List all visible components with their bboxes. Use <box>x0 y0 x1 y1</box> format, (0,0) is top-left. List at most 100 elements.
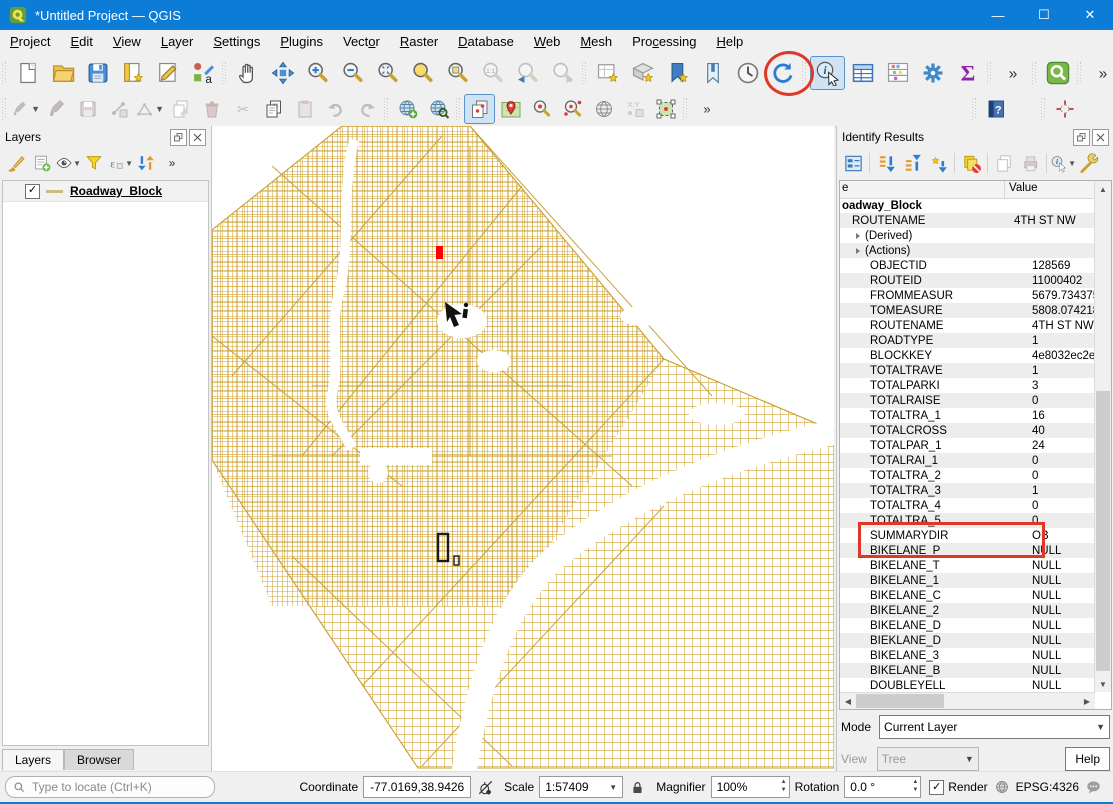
toolbar-overflow-button[interactable]: » <box>159 150 185 176</box>
new-map-view-button[interactable] <box>590 56 625 90</box>
identify-row[interactable]: TOTALTRAVE1 <box>840 363 1095 378</box>
new-print-layout-button[interactable] <box>115 56 150 90</box>
open-attribute-table-button[interactable] <box>845 56 880 90</box>
spinner-arrows-icon[interactable]: ▲▼ <box>781 778 787 794</box>
menu-raster[interactable]: Raster <box>390 32 448 51</box>
tab-browser[interactable]: Browser <box>64 749 134 770</box>
map-canvas[interactable] <box>212 126 834 772</box>
form-view-button[interactable] <box>840 150 866 176</box>
show-layout-manager-button[interactable] <box>150 56 185 90</box>
layer-item-roadway-block[interactable]: ✓ Roadway_Block <box>3 181 208 202</box>
identify-row[interactable]: oadway_Block <box>840 198 1095 213</box>
toolbar-overflow-button[interactable]: » <box>995 56 1030 90</box>
metasearch-add-button[interactable] <box>392 94 423 124</box>
help-button[interactable]: Help <box>1065 747 1110 771</box>
scale-select[interactable]: 1:57409 ▼ <box>539 776 623 798</box>
identify-row[interactable]: ROADTYPE1 <box>840 333 1095 348</box>
identify-row[interactable]: ROUTENAME4TH ST NW <box>840 213 1095 228</box>
pan-map-button[interactable] <box>230 56 265 90</box>
maximize-button[interactable]: ☐ <box>1021 0 1067 30</box>
identify-row[interactable]: TOTALTRA_31 <box>840 483 1095 498</box>
pin-location-button[interactable] <box>495 94 526 124</box>
refresh-button[interactable] <box>765 56 800 90</box>
hscroll-thumb[interactable] <box>856 694 944 708</box>
zoom-to-layer-button[interactable] <box>440 56 475 90</box>
rotation-spinbox[interactable]: 0.0 ° ▲▼ <box>844 776 921 798</box>
zoom-in-button[interactable] <box>300 56 335 90</box>
menu-settings[interactable]: Settings <box>203 32 270 51</box>
menu-vector[interactable]: Vector <box>333 32 390 51</box>
minimize-button[interactable]: — <box>975 0 1021 30</box>
metasearch-button[interactable] <box>423 94 454 124</box>
identify-row[interactable]: BIKELANE_PNULL <box>840 543 1095 558</box>
expand-collapse-all-button[interactable] <box>133 150 159 176</box>
identify-row[interactable]: BIEKLANE_DNULL <box>840 633 1095 648</box>
identify-row[interactable]: BIKELANE_TNULL <box>840 558 1095 573</box>
tab-layers[interactable]: Layers <box>2 749 64 770</box>
identify-row[interactable]: TOTALRAI_10 <box>840 453 1095 468</box>
show-statistics-button[interactable]: Σ <box>950 56 985 90</box>
identify-row[interactable]: TOTALRAISE0 <box>840 393 1095 408</box>
new-spatial-bookmark-button[interactable] <box>660 56 695 90</box>
new-project-button[interactable] <box>10 56 45 90</box>
identify-row[interactable]: FROMMEASUR5679.734375000... <box>840 288 1095 303</box>
identify-row[interactable]: TOTALTRA_20 <box>840 468 1095 483</box>
zoom-to-selection-button[interactable] <box>405 56 440 90</box>
menu-database[interactable]: Database <box>448 32 524 51</box>
value-column-header[interactable]: Value <box>1005 181 1095 198</box>
vertical-scrollbar[interactable]: ▲ ▼ <box>1094 181 1111 692</box>
zoom-out-button[interactable] <box>335 56 370 90</box>
identify-row[interactable]: TOTALCROSS40 <box>840 423 1095 438</box>
identify-row[interactable]: TOTALTRA_116 <box>840 408 1095 423</box>
scroll-right-icon[interactable]: ▶ <box>1079 693 1095 709</box>
identify-row[interactable]: DOUBLEYELLNULL <box>840 678 1095 692</box>
locator-search[interactable] <box>5 776 215 798</box>
expand-tree-button[interactable] <box>873 150 899 176</box>
zoom-last-button[interactable] <box>510 56 545 90</box>
mode-select[interactable]: Current Layer ▼ <box>879 715 1110 739</box>
float-panel-icon[interactable] <box>170 129 187 146</box>
style-manager-button[interactable]: a <box>185 56 220 90</box>
help-contents-button[interactable]: ? <box>980 94 1011 124</box>
identify-row[interactable]: BIKELANE_BNULL <box>840 663 1095 678</box>
temporal-controller-button[interactable] <box>730 56 765 90</box>
menu-layer[interactable]: Layer <box>151 32 204 51</box>
identify-settings-button[interactable] <box>1076 150 1102 176</box>
table-header[interactable]: e Value <box>840 181 1095 199</box>
magnifier-spinbox[interactable]: 100% ▲▼ <box>711 776 790 798</box>
spinner-arrows-icon[interactable]: ▲▼ <box>912 778 918 794</box>
menu-view[interactable]: View <box>103 32 151 51</box>
render-checkbox[interactable]: ✓ <box>929 780 944 795</box>
expander-icon[interactable] <box>856 233 860 239</box>
pan-to-selection-button[interactable] <box>265 56 300 90</box>
identify-row[interactable]: TOTALPARKI3 <box>840 378 1095 393</box>
filter-legend-button[interactable] <box>81 150 107 176</box>
identify-row[interactable]: (Derived) <box>840 228 1095 243</box>
multi-location-zoom-button[interactable] <box>557 94 588 124</box>
copy-coordinates-button[interactable] <box>464 94 495 124</box>
horizontal-scrollbar[interactable]: ◀ ▶ <box>840 692 1095 709</box>
open-project-button[interactable] <box>45 56 80 90</box>
identify-features-button[interactable]: i <box>810 56 845 90</box>
crs-value[interactable]: EPSG:4326 <box>1016 780 1079 794</box>
coordinate-value[interactable]: -77.0169,38.9426 <box>363 776 471 798</box>
identify-row[interactable]: BIKELANE_3NULL <box>840 648 1095 663</box>
lock-scale-icon[interactable] <box>627 777 647 797</box>
add-group-button[interactable] <box>29 150 55 176</box>
identify-row[interactable]: TOMEASURE5808.074218750... <box>840 303 1095 318</box>
show-spatial-bookmarks-button[interactable] <box>695 56 730 90</box>
identify-row[interactable]: BLOCKKEY4e8032ec2e4d7... <box>840 348 1095 363</box>
capture-extent-button[interactable] <box>650 94 681 124</box>
identify-row[interactable]: TOTALTRA_50 <box>840 513 1095 528</box>
filter-expression-button[interactable]: ε▼ <box>107 150 133 176</box>
toolbar-overflow-button[interactable]: » <box>691 94 722 124</box>
menu-mesh[interactable]: Mesh <box>570 32 622 51</box>
crs-globe-icon[interactable] <box>992 777 1012 797</box>
save-project-button[interactable] <box>80 56 115 90</box>
menu-processing[interactable]: Processing <box>622 32 706 51</box>
mouse-position-icon[interactable] <box>475 777 495 797</box>
messages-icon[interactable] <box>1083 777 1103 797</box>
copy-features-button[interactable] <box>258 94 289 124</box>
statistical-summary-button[interactable] <box>880 56 915 90</box>
scroll-down-icon[interactable]: ▼ <box>1095 676 1111 692</box>
